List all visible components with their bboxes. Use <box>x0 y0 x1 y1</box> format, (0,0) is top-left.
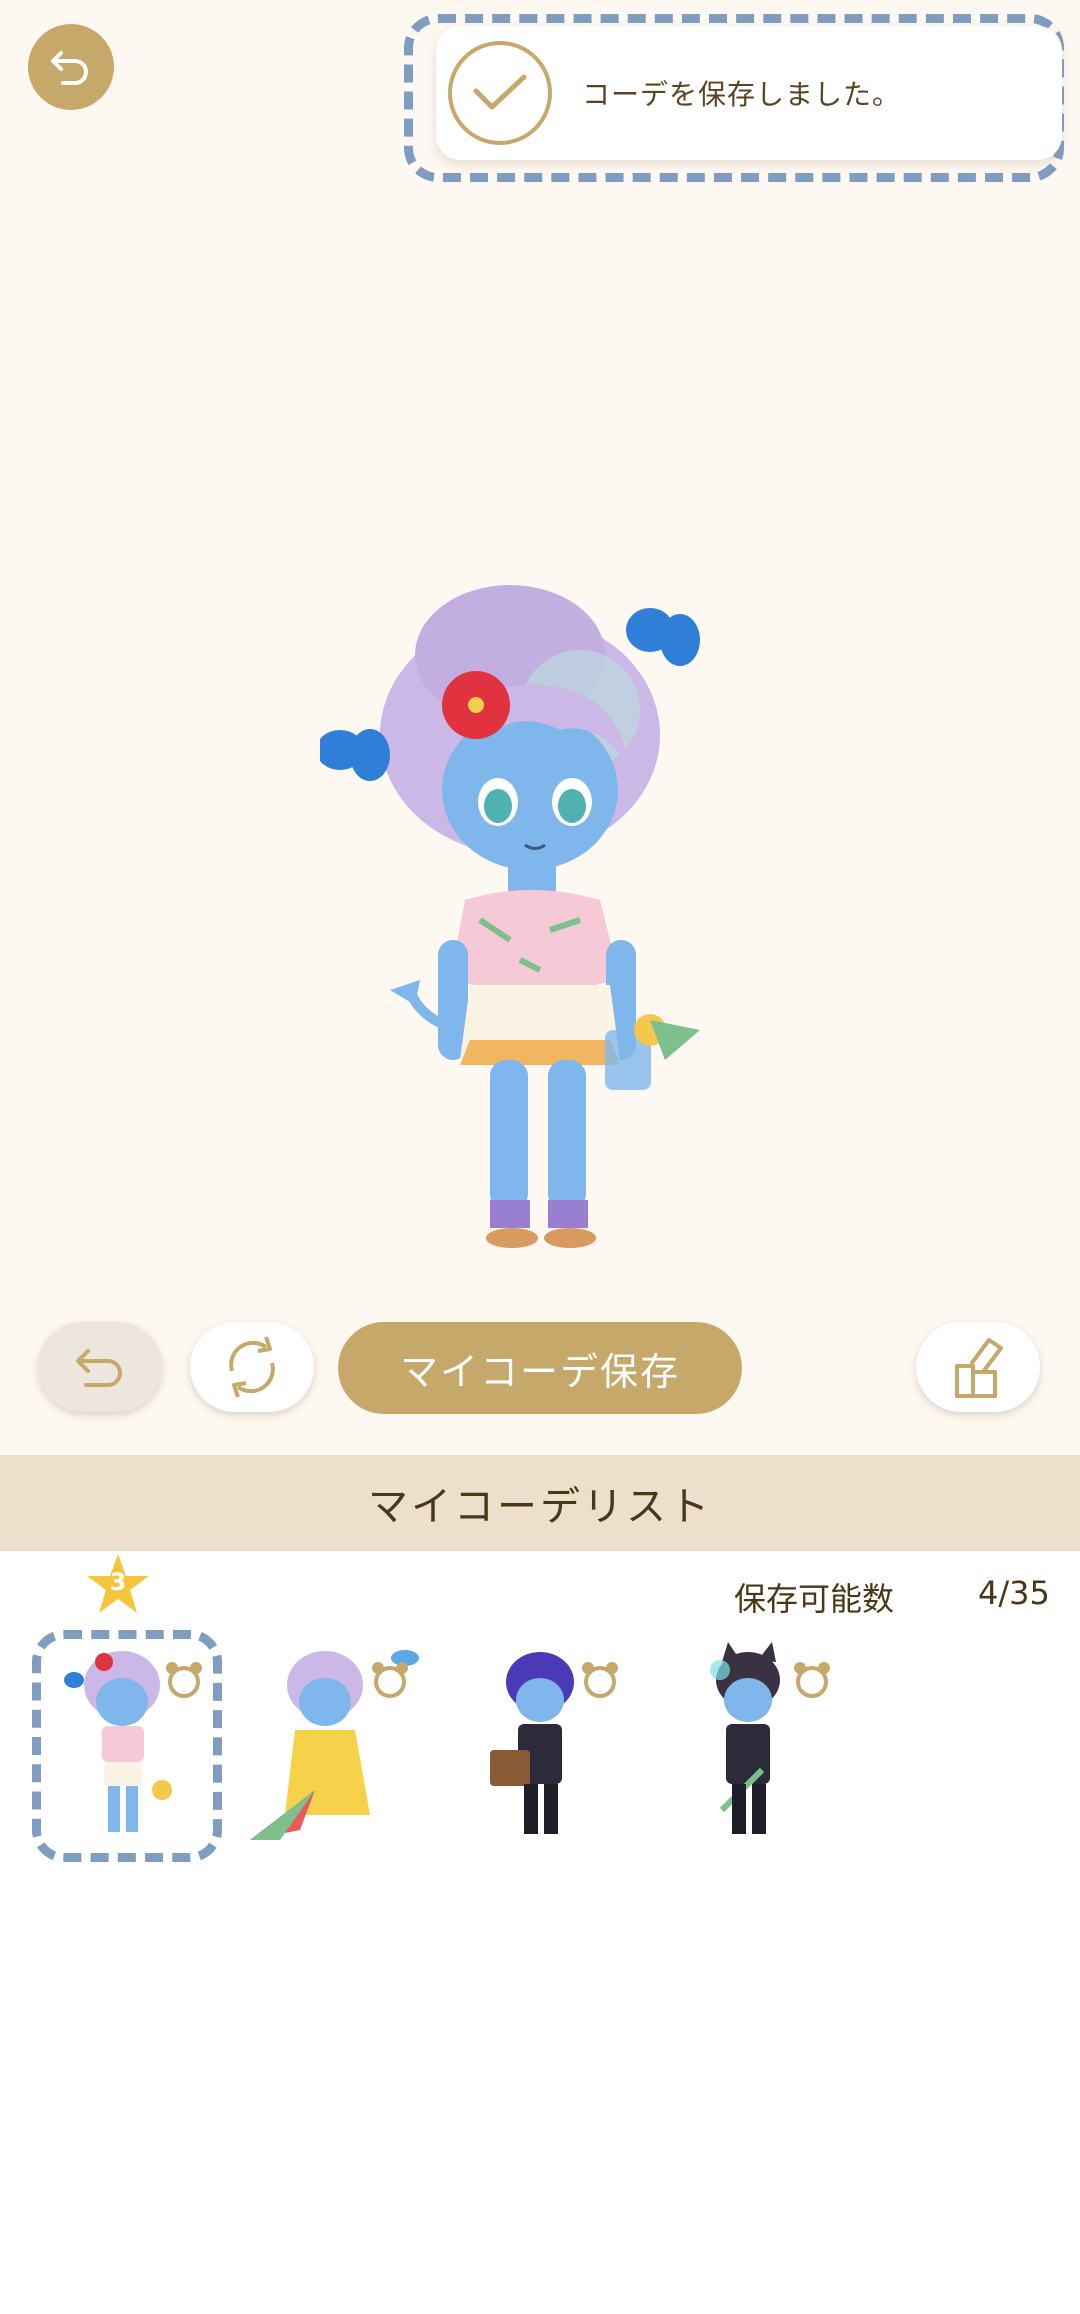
check-icon <box>473 74 527 110</box>
outfit-thumbnail-3[interactable] <box>450 1640 640 1850</box>
my-outfit-list-header: マイコーデリスト <box>0 1455 1080 1551</box>
outfit-thumbnail-1[interactable] <box>32 1640 222 1850</box>
share-icon <box>955 1338 1003 1398</box>
share-button[interactable] <box>916 1322 1040 1412</box>
capacity-label: 保存可能数 <box>734 1580 895 1618</box>
back-button[interactable] <box>28 24 114 110</box>
check-circle <box>448 41 552 145</box>
outfit-thumbnail-4[interactable] <box>662 1640 852 1850</box>
outfit-thumbnail-2[interactable] <box>240 1640 430 1850</box>
bear-icon <box>582 1662 618 1698</box>
star-badge-number: 3 <box>109 1568 127 1596</box>
back-arrow-icon <box>51 51 88 85</box>
rotate-button[interactable] <box>190 1322 314 1412</box>
toast-message: コーデを保存しました。 <box>582 78 902 111</box>
capacity-value: 4/35 <box>978 1574 1050 1612</box>
bear-icon <box>166 1662 202 1698</box>
bear-icon <box>794 1662 830 1698</box>
selected-star-badge: 3 <box>86 1552 150 1616</box>
save-my-outfit-button[interactable]: マイコーデ保存 <box>338 1322 742 1414</box>
rotate-icon <box>229 1336 275 1398</box>
save-toast: コーデを保存しました。 <box>436 26 1062 160</box>
bear-icon <box>372 1662 408 1698</box>
undo-arrow-icon <box>76 1349 122 1387</box>
undo-button[interactable] <box>38 1322 162 1412</box>
avatar-character <box>320 585 700 1248</box>
